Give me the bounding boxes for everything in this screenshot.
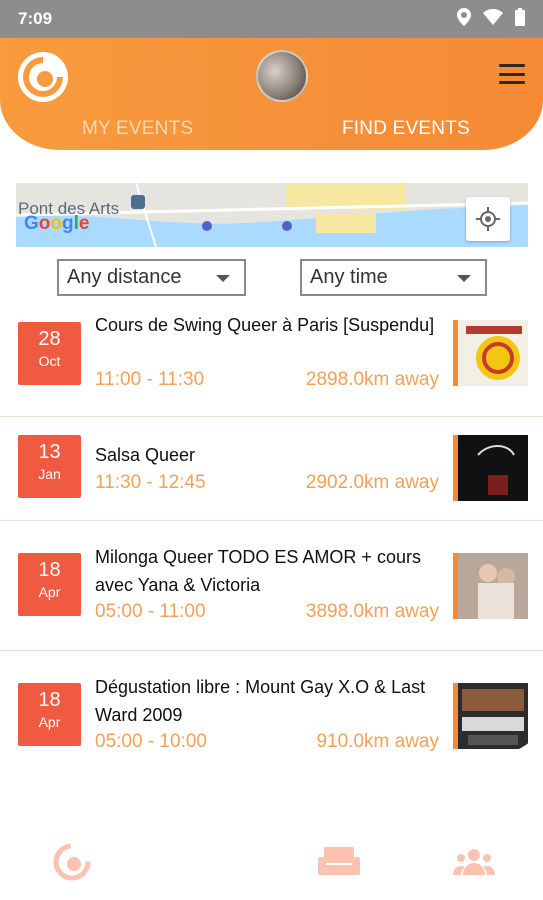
status-icons bbox=[457, 7, 525, 31]
date-month: Apr bbox=[38, 714, 61, 730]
event-item[interactable]: 18 Apr Dégustation libre : Mount Gay X.O… bbox=[0, 651, 543, 757]
event-thumbnail bbox=[453, 435, 528, 501]
event-time: 05:00 - 10:00 bbox=[95, 731, 207, 752]
event-item[interactable]: 18 Apr Milonga Queer TODO ES AMOR + cour… bbox=[0, 521, 543, 651]
tab-find-events[interactable]: FIND EVENTS bbox=[342, 118, 470, 140]
status-bar: 7:09 bbox=[0, 0, 543, 38]
date-day: 18 bbox=[38, 559, 61, 581]
dropdown-arrow-icon bbox=[457, 275, 471, 282]
location-icon bbox=[457, 7, 471, 31]
event-title: Cours de Swing Queer à Paris [Suspendu] bbox=[95, 315, 435, 335]
google-logo: Google bbox=[24, 213, 90, 234]
hamburger-menu-icon[interactable] bbox=[499, 64, 525, 84]
distance-filter[interactable]: Any distance bbox=[57, 259, 246, 296]
avatar[interactable] bbox=[256, 50, 308, 102]
sofa-icon[interactable] bbox=[317, 840, 361, 884]
time-filter[interactable]: Any time bbox=[300, 259, 487, 296]
tab-my-events[interactable]: MY EVENTS bbox=[82, 118, 193, 140]
event-time: 11:30 - 12:45 bbox=[95, 472, 206, 493]
date-badge: 18 Apr bbox=[18, 683, 81, 746]
date-day: 28 bbox=[38, 328, 61, 350]
status-time: 7:09 bbox=[18, 9, 53, 28]
bottom-navigation bbox=[0, 830, 543, 900]
event-time: 11:00 - 11:30 bbox=[95, 369, 205, 390]
event-distance: 2902.0km away bbox=[305, 472, 439, 493]
time-filter-value: Any time bbox=[310, 266, 388, 288]
event-thumbnail bbox=[453, 553, 528, 619]
event-distance: 2898.0km away bbox=[305, 369, 439, 390]
battery-icon bbox=[515, 7, 525, 31]
app-header: MY EVENTS FIND EVENTS bbox=[0, 38, 543, 150]
event-thumbnail bbox=[453, 683, 528, 749]
app-logo-icon[interactable] bbox=[18, 52, 68, 102]
event-distance: 910.0km away bbox=[316, 731, 439, 752]
event-distance: 3898.0km away bbox=[305, 601, 439, 622]
group-icon[interactable] bbox=[452, 840, 496, 884]
event-title: Milonga Queer TODO ES AMOR + cours avec … bbox=[95, 547, 421, 595]
date-badge: 13 Jan bbox=[18, 435, 81, 498]
event-time: 05:00 - 11:00 bbox=[95, 601, 206, 622]
dropdown-arrow-icon bbox=[216, 275, 230, 282]
event-item[interactable]: 28 Oct Cours de Swing Queer à Paris [Sus… bbox=[0, 305, 543, 417]
event-title: Dégustation libre : Mount Gay X.O & Last… bbox=[95, 677, 426, 725]
date-day: 18 bbox=[38, 689, 61, 711]
wifi-icon bbox=[483, 8, 503, 30]
crosshair-icon bbox=[476, 207, 500, 231]
date-badge: 18 Apr bbox=[18, 553, 81, 616]
event-title: Salsa Queer bbox=[95, 445, 196, 465]
calendar-icon[interactable] bbox=[183, 840, 227, 884]
distance-filter-value: Any distance bbox=[67, 266, 182, 288]
event-thumbnail bbox=[453, 320, 528, 386]
date-badge: 28 Oct bbox=[18, 322, 81, 385]
date-day: 13 bbox=[38, 441, 61, 463]
event-list[interactable]: 28 Oct Cours de Swing Queer à Paris [Sus… bbox=[0, 305, 543, 757]
my-location-button[interactable] bbox=[466, 197, 510, 241]
date-month: Oct bbox=[38, 353, 61, 369]
map-view[interactable]: Pont des Arts Google bbox=[16, 183, 528, 247]
date-month: Apr bbox=[38, 584, 61, 600]
app-logo-icon[interactable] bbox=[50, 840, 94, 884]
date-month: Jan bbox=[38, 466, 61, 482]
event-item[interactable]: 13 Jan Salsa Queer 11:30 - 12:45 2902.0k… bbox=[0, 417, 543, 521]
